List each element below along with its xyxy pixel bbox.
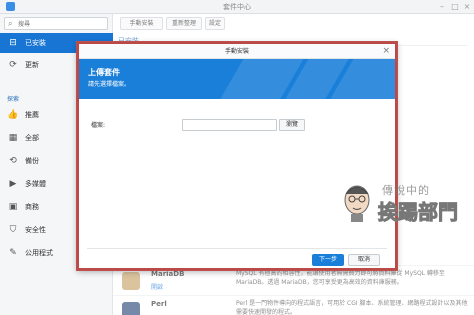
cancel-button[interactable]: 取消	[348, 254, 380, 266]
close-icon[interactable]: ×	[463, 3, 471, 11]
banner-title: 上傳套件	[88, 68, 120, 77]
next-button[interactable]: 下一步	[312, 254, 344, 266]
file-label: 檔案:	[91, 122, 106, 129]
backup-icon: ⟲	[9, 156, 17, 166]
file-path-field[interactable]	[182, 119, 277, 131]
sidebar-item-label: 公用程式	[25, 249, 53, 257]
dialog-close-icon[interactable]: ×	[382, 46, 390, 56]
grid-icon: ▦	[8, 133, 18, 143]
search-input[interactable]	[18, 19, 104, 29]
thumbs-up-icon: 👍	[7, 110, 19, 120]
sidebar-item-label: 全部	[25, 134, 39, 142]
installed-icon: ⊟	[9, 38, 17, 48]
sidebar-item-label: 多媒體	[25, 180, 46, 188]
explore-section-label: 探索	[7, 96, 20, 103]
banner-subtitle: 請先選擇檔案。	[88, 81, 131, 88]
minimize-icon[interactable]: –	[438, 3, 446, 11]
watermark-text-large: 挨踢部門	[378, 200, 459, 225]
dialog-footer-divider	[87, 248, 387, 249]
tools-icon: ✎	[9, 248, 17, 258]
multimedia-icon: ▶	[9, 179, 17, 189]
update-icon: ⟳	[9, 60, 17, 70]
briefcase-icon: ▣	[8, 202, 18, 212]
sidebar-item-label: 推薦	[25, 111, 39, 119]
cartoon-face-icon	[344, 185, 370, 222]
shield-icon: ⛉	[9, 225, 17, 235]
sidebar-item-label: 更新	[25, 61, 39, 69]
sidebar-item-label: 備份	[25, 157, 39, 165]
browse-button[interactable]: 瀏覽	[279, 119, 305, 131]
search-box[interactable]: ⌕	[4, 17, 108, 30]
watermark: 傳說中的 挨踢部門	[340, 178, 465, 238]
window-title: 套件中心	[223, 3, 251, 11]
dialog-banner: 上傳套件 請先選擇檔案。	[79, 59, 395, 99]
sidebar-item-label: 已安裝	[25, 39, 46, 47]
dialog-title: 手動安裝	[79, 44, 395, 59]
sidebar-item-label: 商務	[25, 203, 39, 211]
window-titlebar: 套件中心 – □ ×	[0, 0, 474, 14]
sidebar-item-label: 安全性	[25, 226, 46, 234]
maximize-icon[interactable]: □	[451, 3, 459, 11]
search-icon: ⌕	[8, 19, 13, 28]
